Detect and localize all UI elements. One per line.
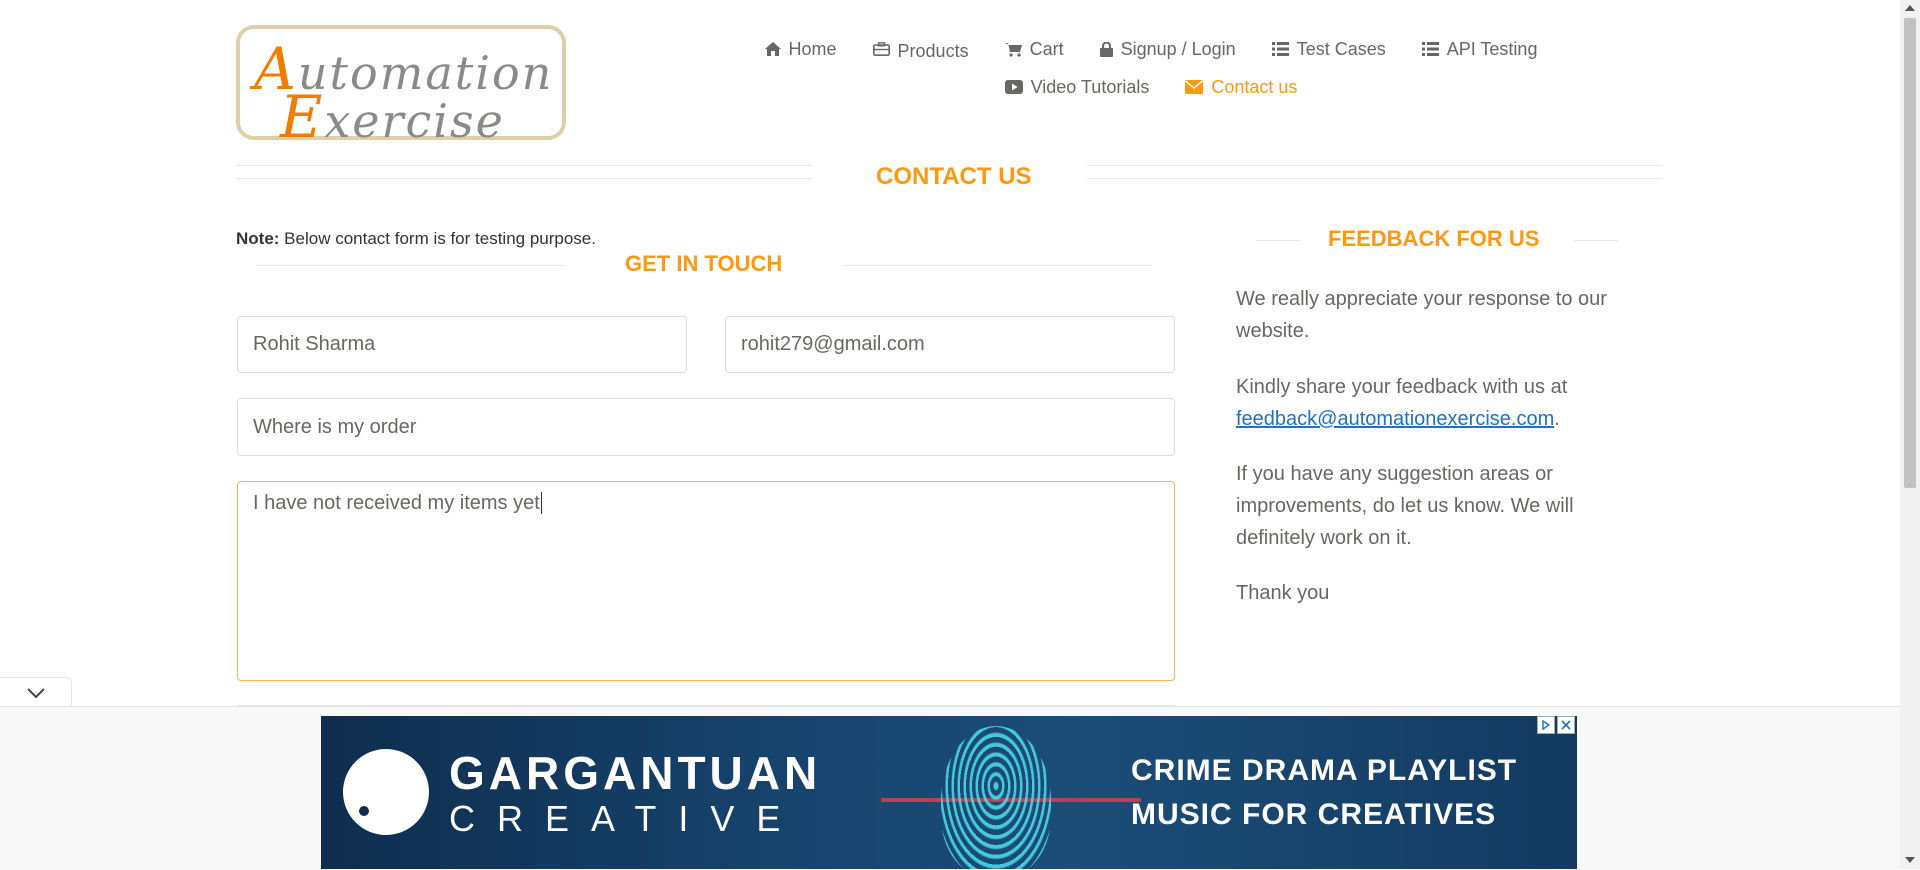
youtube-icon (1004, 80, 1023, 94)
adchoices-icon (1542, 720, 1551, 730)
ad-logo-circle (343, 749, 429, 835)
ad-headline-1: CRIME DRAMA PLAYLIST (1131, 754, 1518, 787)
cart-icon (1004, 42, 1022, 57)
nav-row-2: Video Tutorials Contact us (736, 74, 1566, 100)
email-input[interactable]: rohit279@gmail.com (725, 316, 1175, 373)
list-icon (1421, 42, 1439, 56)
message-textarea-value: I have not received my items yet (253, 492, 540, 514)
nav-row-1: Home Products Cart Signup / Login Test C… (736, 34, 1566, 64)
divider (1086, 165, 1662, 166)
ad-collapse-toggle[interactable] (0, 677, 72, 707)
nav-contact-us[interactable]: Contact us (1167, 74, 1315, 100)
list-icon (1271, 42, 1289, 56)
scroll-down-arrow[interactable] (1905, 857, 1915, 863)
name-input-value: Rohit Sharma (253, 333, 376, 355)
ad-banner[interactable]: GARGANTUAN CREATIVE CRIME DRAMA PLAYLIST… (321, 716, 1577, 869)
logo-line-2: Exercise (280, 83, 505, 151)
subject-input[interactable]: Where is my order (237, 398, 1175, 456)
nav-signup-login[interactable]: Signup / Login (1082, 34, 1254, 64)
feedback-email-link[interactable]: feedback@automationexercise.com (1236, 408, 1554, 430)
site-logo[interactable]: Automation Exercise (236, 25, 566, 151)
nav-api-testing[interactable]: API Testing (1404, 34, 1556, 64)
divider (1086, 178, 1662, 179)
divider (236, 178, 812, 179)
scroll-thumb[interactable] (1904, 18, 1916, 488)
chevron-down-icon (26, 687, 45, 698)
nav-test-cases[interactable]: Test Cases (1254, 34, 1404, 64)
divider (842, 265, 1152, 266)
nav-cart[interactable]: Cart (987, 34, 1082, 64)
divider (236, 165, 812, 166)
ad-headline-2: MUSIC FOR CREATIVES (1131, 798, 1497, 831)
nav-products[interactable]: Products (855, 34, 987, 64)
feedback-paragraph-1: We really appreciate your response to ou… (1236, 288, 1607, 342)
ad-logo-dot (359, 806, 369, 816)
email-input-value: rohit279@gmail.com (741, 333, 925, 355)
briefcase-icon (872, 42, 890, 56)
ad-brand-line-1: GARGANTUAN (449, 747, 822, 799)
nav-video-tutorials[interactable]: Video Tutorials (987, 74, 1168, 100)
form-note: Note: Below contact form is for testing … (236, 229, 596, 248)
form-title: GET IN TOUCH (625, 251, 783, 276)
contact-title-row: CONTACT US (236, 160, 1662, 190)
divider (1256, 240, 1300, 241)
divider (1574, 240, 1618, 241)
text-caret (540, 492, 542, 514)
ad-brand-line-2: CREATIVE (449, 798, 803, 839)
feedback-paragraph-2: Kindly share your feedback with us at fee… (1236, 376, 1568, 430)
divider (256, 265, 566, 266)
main-nav: Home Products Cart Signup / Login Test C… (736, 34, 1566, 100)
subject-input-value: Where is my order (253, 415, 417, 438)
page-title: CONTACT US (876, 163, 1032, 190)
fingerprint-graphic (941, 726, 1051, 869)
envelope-icon (1185, 80, 1204, 94)
feedback-title: FEEDBACK FOR US (1328, 226, 1540, 251)
name-input[interactable]: Rohit Sharma (237, 316, 687, 373)
ad-close-button[interactable] (1557, 716, 1575, 734)
nav-home[interactable]: Home (747, 34, 855, 64)
lock-icon (1099, 41, 1113, 57)
ad-info-button[interactable] (1537, 716, 1555, 734)
vertical-scrollbar[interactable] (1900, 0, 1920, 869)
home-icon (764, 42, 781, 56)
close-icon (1561, 720, 1571, 730)
feedback-paragraph-4: Thank you (1236, 582, 1330, 604)
scroll-up-arrow[interactable] (1905, 5, 1915, 11)
message-textarea[interactable]: I have not received my items yet (237, 481, 1175, 681)
feedback-paragraph-3: If you have any suggestion areas or impr… (1236, 463, 1574, 549)
